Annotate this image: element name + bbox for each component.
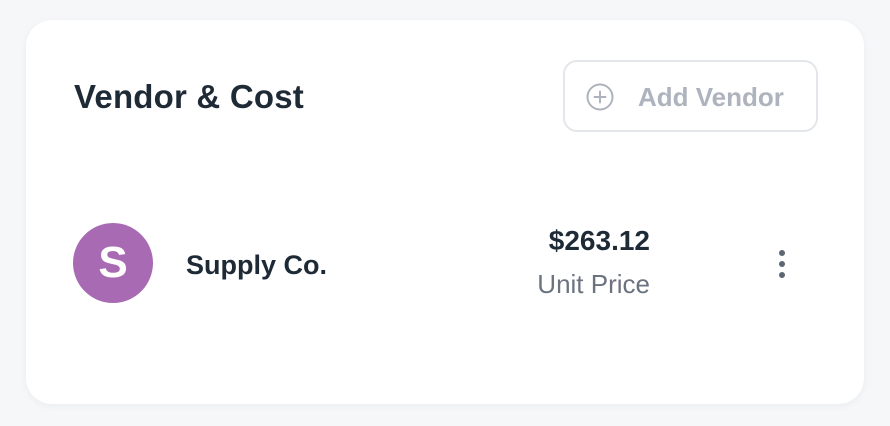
add-vendor-button[interactable]: Add Vendor	[563, 60, 818, 132]
menu-dot	[779, 261, 785, 267]
card-title: Vendor & Cost	[74, 78, 304, 115]
vendor-row[interactable]: S Supply Co. $263.12 Unit Price	[26, 204, 864, 324]
unit-price-value: $263.12	[548, 225, 650, 256]
menu-dot	[779, 272, 785, 278]
plus-circle-icon	[586, 83, 614, 111]
vendor-name: Supply Co.	[186, 250, 327, 280]
menu-dot	[779, 250, 785, 256]
vendor-avatar: S	[73, 223, 153, 303]
vendor-cost-card: Vendor & Cost Add Vendor S Supply Co. $2…	[26, 20, 864, 404]
unit-price-label: Unit Price	[537, 269, 650, 299]
more-vertical-icon[interactable]	[766, 244, 798, 284]
add-vendor-label: Add Vendor	[638, 82, 784, 112]
